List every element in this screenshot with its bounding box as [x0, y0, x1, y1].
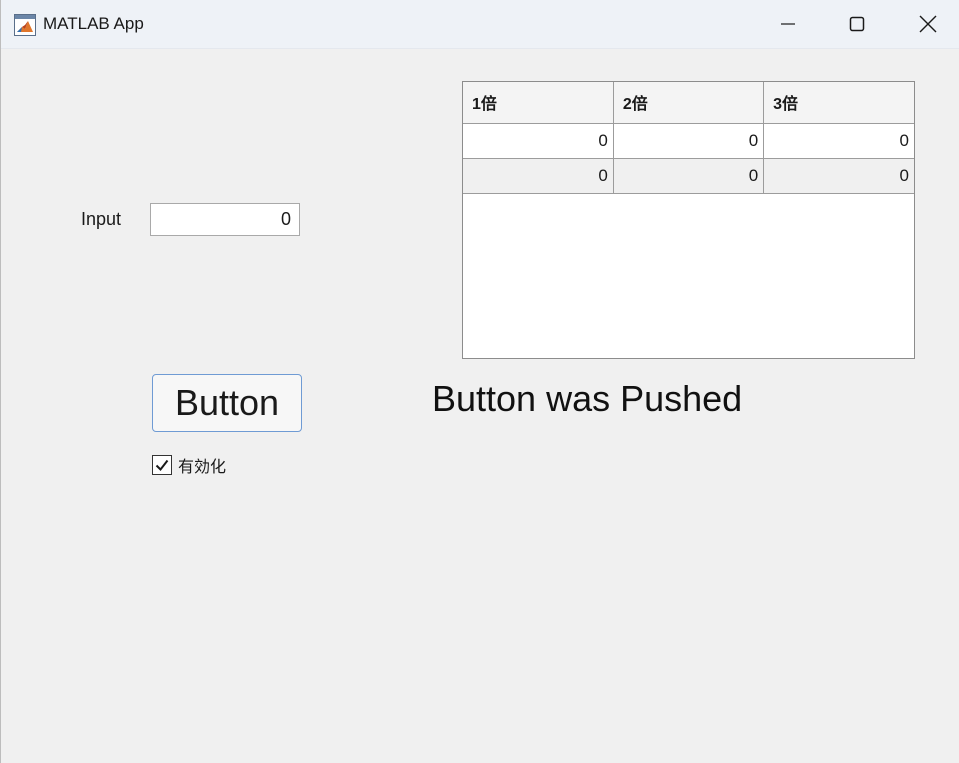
- table-cell[interactable]: 0: [763, 123, 914, 159]
- table-cell[interactable]: 0: [463, 158, 614, 194]
- table-header-row: 1倍 2倍 3倍: [463, 82, 914, 124]
- maximize-icon: [849, 16, 865, 32]
- input-label: Input: [81, 209, 122, 229]
- column-header-3x[interactable]: 3倍: [763, 82, 914, 124]
- enable-checkbox[interactable]: 有効化: [152, 454, 226, 476]
- table-row: 0 0 0: [463, 123, 914, 159]
- table-cell[interactable]: 0: [613, 158, 765, 194]
- table-cell[interactable]: 0: [613, 123, 765, 159]
- minimize-icon: [781, 23, 795, 25]
- column-header-1x[interactable]: 1倍: [463, 82, 614, 124]
- column-header-2x[interactable]: 2倍: [613, 82, 765, 124]
- close-icon: [919, 15, 937, 33]
- app-window: MATLAB App Input 1倍 2倍 3倍: [0, 0, 959, 763]
- data-table[interactable]: 1倍 2倍 3倍 0 0 0 0 0 0: [462, 81, 915, 359]
- checkmark-icon: [155, 459, 169, 472]
- checkbox-box[interactable]: [152, 455, 172, 475]
- table-row: 0 0 0: [463, 158, 914, 194]
- input-numeric-field[interactable]: [150, 203, 300, 236]
- status-label: Button was Pushed: [432, 378, 743, 419]
- title-bar[interactable]: MATLAB App: [1, 0, 959, 49]
- push-button[interactable]: Button: [152, 374, 302, 432]
- matlab-icon: [14, 14, 36, 36]
- checkbox-label: 有効化: [178, 457, 227, 476]
- maximize-button[interactable]: [827, 6, 887, 42]
- table-cell[interactable]: 0: [463, 123, 614, 159]
- minimize-button[interactable]: [758, 6, 818, 42]
- window-title: MATLAB App: [43, 14, 144, 33]
- table-cell[interactable]: 0: [763, 158, 914, 194]
- close-button[interactable]: [898, 6, 958, 42]
